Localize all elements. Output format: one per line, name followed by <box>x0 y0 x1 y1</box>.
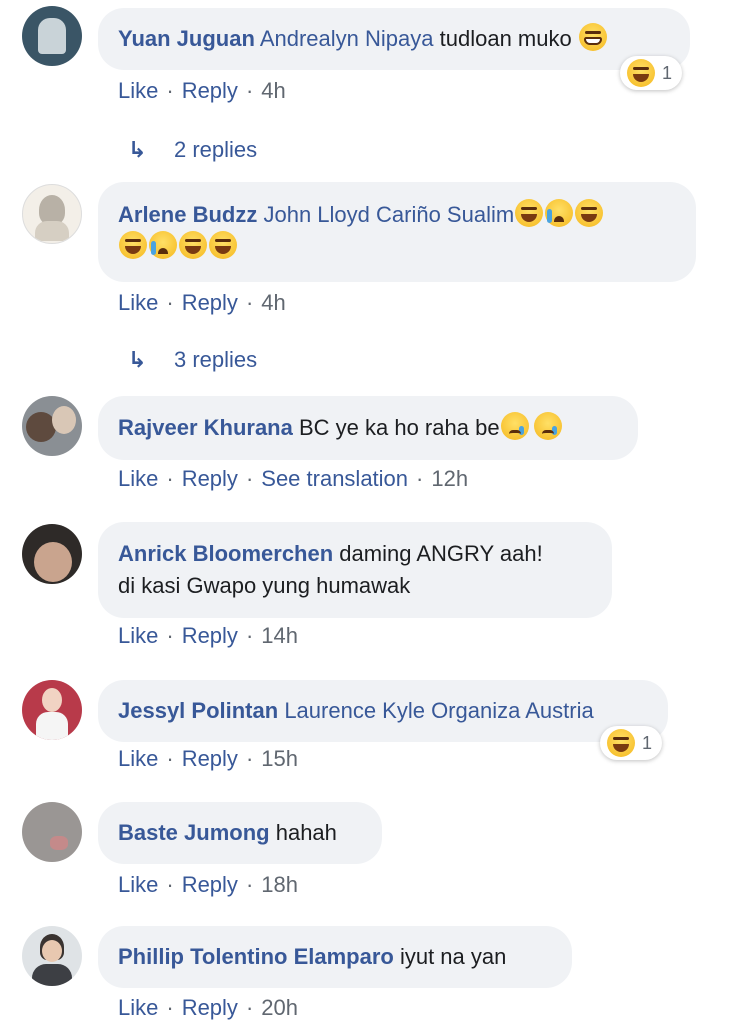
like-link[interactable]: Like <box>118 746 158 771</box>
avatar[interactable] <box>22 802 82 862</box>
avatar[interactable] <box>22 184 82 244</box>
reply-link[interactable]: Reply <box>182 746 238 771</box>
mention-link[interactable]: Laurence Kyle Organiza Austria <box>284 698 593 723</box>
comment-timestamp[interactable]: 4h <box>261 290 285 315</box>
reply-arrow-icon: ↳ <box>128 347 147 372</box>
view-replies-link[interactable]: ↳ 3 replies <box>128 347 257 373</box>
comment-author[interactable]: Anrick Bloomerchen <box>118 541 333 566</box>
reply-arrow-icon: ↳ <box>128 137 147 162</box>
reply-link[interactable]: Reply <box>182 623 238 648</box>
comment-author[interactable]: Arlene Budzz <box>118 202 257 227</box>
mention-link[interactable]: John Lloyd Cariño Sualim <box>263 202 514 227</box>
sad-emoji-icon <box>500 412 529 440</box>
tears-of-joy-emoji-icon <box>515 199 544 227</box>
comment-timestamp[interactable]: 18h <box>261 872 298 897</box>
tears-of-joy-emoji-icon <box>119 231 147 259</box>
comment-actions: Like · Reply · 15h <box>118 746 298 771</box>
comment-bubble: Anrick Bloomerchen daming ANGRY aah! di … <box>98 522 612 618</box>
like-link[interactable]: Like <box>118 78 158 103</box>
see-translation-link[interactable]: See translation <box>261 466 408 491</box>
grin-emoji-icon <box>578 23 607 51</box>
comment-author[interactable]: Rajveer Khurana <box>118 415 293 440</box>
comment-timestamp[interactable]: 12h <box>431 466 468 491</box>
avatar[interactable] <box>22 524 82 584</box>
like-link[interactable]: Like <box>118 466 158 491</box>
comment-author[interactable]: Phillip Tolentino Elamparo <box>118 944 394 969</box>
comment-actions: Like · Reply · 4h <box>118 78 286 103</box>
comment-text: iyut na yan <box>399 944 507 969</box>
mention-link[interactable]: Andrealyn Nipaya <box>260 26 434 51</box>
loudly-crying-emoji-icon <box>545 199 574 227</box>
comment-bubble: Jessyl Polintan Laurence Kyle Organiza A… <box>98 680 668 742</box>
comment-text: BC ye ka ho raha be <box>298 415 500 440</box>
avatar[interactable] <box>22 6 82 66</box>
comment-author[interactable]: Baste Jumong <box>118 820 270 845</box>
view-replies-link[interactable]: ↳ 2 replies <box>128 137 257 163</box>
comment-bubble: Baste Jumong hahah <box>98 802 382 864</box>
comment-bubble: Yuan Juguan Andrealyn Nipaya tudloan muk… <box>98 8 690 70</box>
replies-count: 2 replies <box>174 137 258 162</box>
reaction-summary[interactable]: 1 <box>600 726 663 760</box>
tears-of-joy-emoji-icon <box>575 199 604 227</box>
tears-of-joy-emoji-icon <box>209 231 237 259</box>
reply-link[interactable]: Reply <box>182 872 238 897</box>
loudly-crying-emoji-icon <box>149 231 177 259</box>
reply-link[interactable]: Reply <box>182 78 238 103</box>
comment-timestamp[interactable]: 4h <box>261 78 285 103</box>
tears-of-joy-emoji-icon <box>179 231 207 259</box>
comment-bubble: Phillip Tolentino Elamparo iyut na yan <box>98 926 572 988</box>
like-link[interactable]: Like <box>118 872 158 897</box>
haha-reaction-icon <box>607 729 635 757</box>
avatar[interactable] <box>22 926 82 986</box>
comment-timestamp[interactable]: 15h <box>261 746 298 771</box>
avatar[interactable] <box>22 680 82 740</box>
comment-actions: Like · Reply · 18h <box>118 872 298 897</box>
comment-timestamp[interactable]: 14h <box>261 623 298 648</box>
sad-emoji-icon <box>533 412 562 440</box>
comment-bubble: Rajveer Khurana BC ye ka ho raha be <box>98 396 638 460</box>
like-link[interactable]: Like <box>118 623 158 648</box>
reply-link[interactable]: Reply <box>182 466 238 491</box>
haha-reaction-icon <box>627 59 655 87</box>
comment-text-line: di kasi Gwapo yung humawak <box>118 573 411 598</box>
reaction-count: 1 <box>662 62 673 83</box>
like-link[interactable]: Like <box>118 995 158 1020</box>
like-link[interactable]: Like <box>118 290 158 315</box>
reaction-count: 1 <box>642 732 653 753</box>
comment-text-line: daming ANGRY aah! <box>339 541 543 566</box>
comment-bubble: Arlene Budzz John Lloyd Cariño Sualim <box>98 182 696 282</box>
avatar[interactable] <box>22 396 82 456</box>
reply-link[interactable]: Reply <box>182 995 238 1020</box>
comment-actions: Like · Reply · 20h <box>118 995 298 1020</box>
comment-actions: Like · Reply · 4h <box>118 290 286 315</box>
comment-actions: Like · Reply · 14h <box>118 623 298 648</box>
reply-link[interactable]: Reply <box>182 290 238 315</box>
comment-text: hahah <box>275 820 337 845</box>
comment-author[interactable]: Yuan Juguan <box>118 26 255 51</box>
comment-author[interactable]: Jessyl Polintan <box>118 698 278 723</box>
replies-count: 3 replies <box>174 347 258 372</box>
comment-text: tudloan muko <box>439 26 572 51</box>
reaction-summary[interactable]: 1 <box>620 56 683 90</box>
comment-actions: Like · Reply · See translation · 12h <box>118 466 469 491</box>
comment-timestamp[interactable]: 20h <box>261 995 298 1020</box>
